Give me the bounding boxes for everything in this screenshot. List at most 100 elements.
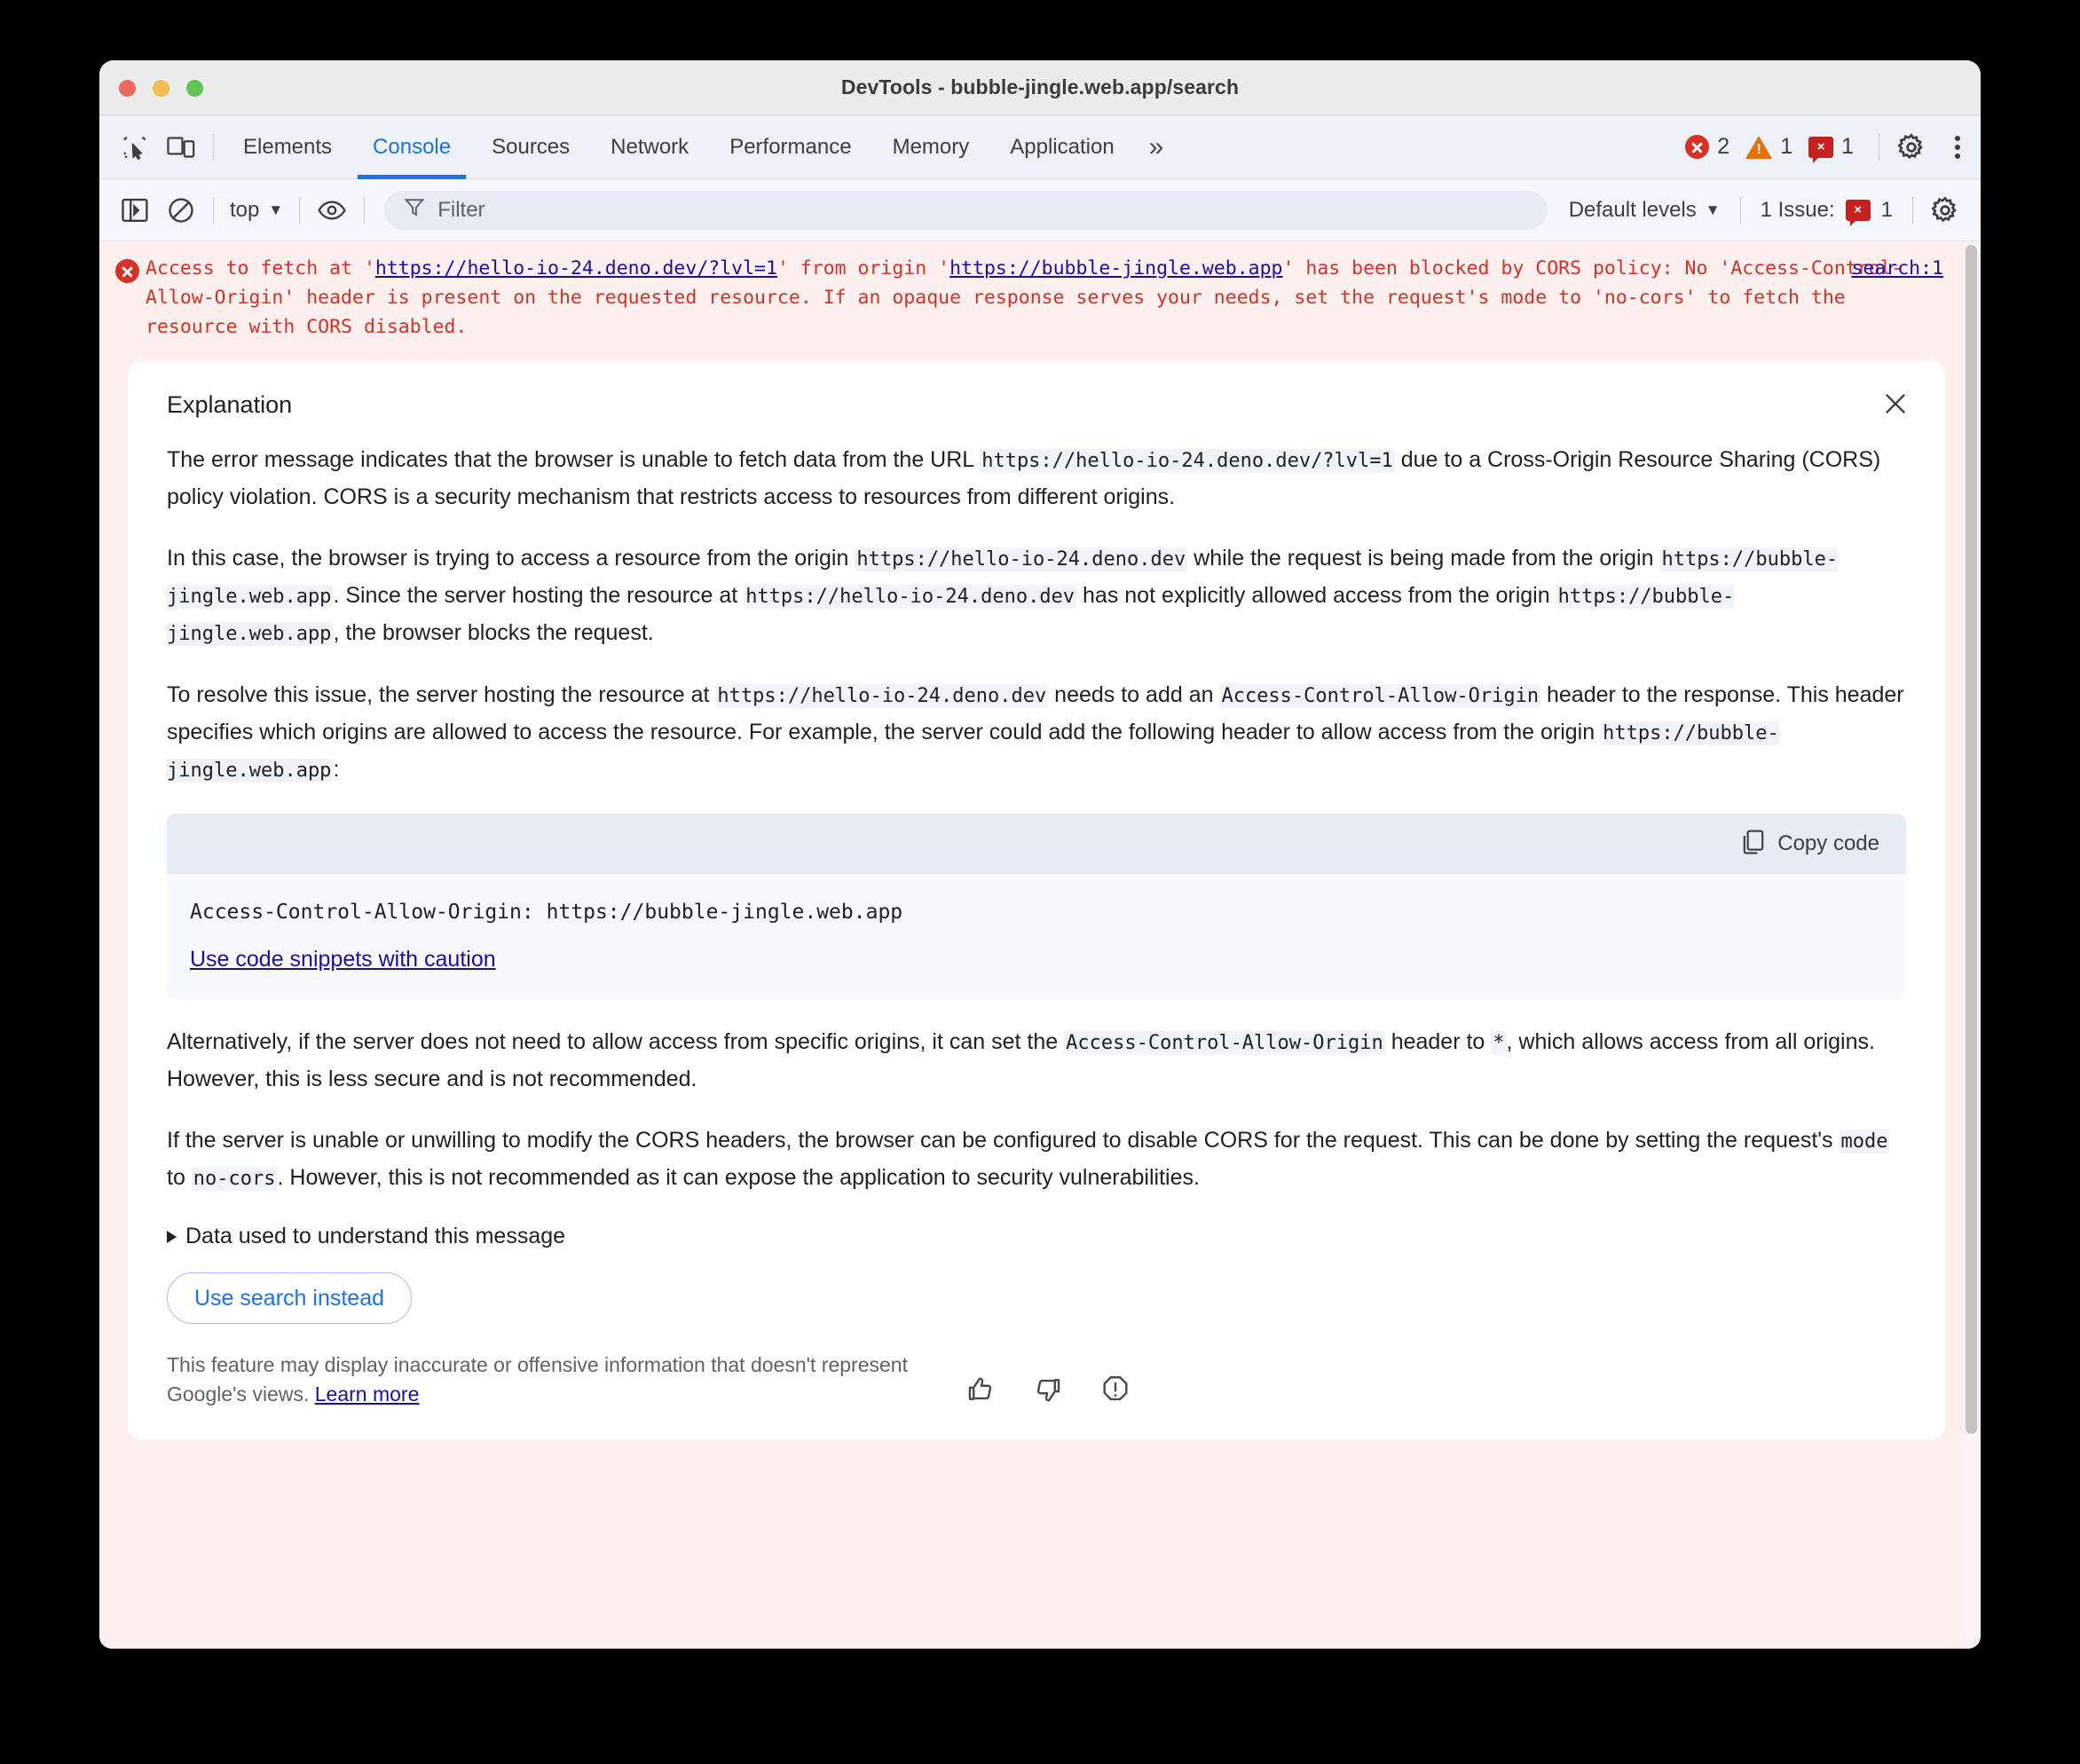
p4-code-2: * [1491, 1031, 1507, 1055]
tab-memory[interactable]: Memory [872, 115, 990, 179]
p2-code-1: https://hello-io-24.deno.dev [855, 547, 1188, 571]
code-snippet-block: Copy code Access-Control-Allow-Origin: h… [167, 814, 1906, 999]
console-error-message[interactable]: Access to fetch at 'https://hello-io-24.… [99, 241, 1965, 350]
console-scrollbar[interactable] [1966, 245, 1977, 1645]
code-snippet-body: Access-Control-Allow-Origin: https://bub… [167, 874, 1906, 999]
learn-more-link[interactable]: Learn more [315, 1382, 420, 1406]
p1-code-1: https://hello-io-24.deno.dev/?lvl=1 [980, 449, 1395, 473]
issues-count: 1 [1841, 134, 1854, 159]
device-toolbar-icon[interactable] [158, 124, 204, 170]
error-url-2[interactable]: https://bubble-jingle.web.app [949, 257, 1282, 280]
disclaimer-text: This feature may display inaccurate or o… [167, 1351, 965, 1409]
tab-network[interactable]: Network [590, 115, 709, 179]
filterbar-divider-1 [213, 196, 214, 224]
copy-code-button[interactable]: Copy code [1777, 831, 1879, 856]
filterbar-divider-2 [299, 196, 301, 224]
filterbar-divider-5 [1912, 196, 1913, 224]
p5-code-2: no-cors [191, 1167, 278, 1191]
minimize-window-button[interactable] [153, 80, 169, 97]
p5-text-1: If the server is unable or unwilling to … [167, 1128, 1840, 1153]
disclaimer-body: This feature may display inaccurate or o… [167, 1353, 908, 1406]
thumb-up-icon[interactable] [965, 1374, 996, 1409]
console-message-area: Access to fetch at 'https://hello-io-24.… [99, 241, 1981, 1649]
explanation-paragraph-5: If the server is unable or unwilling to … [167, 1122, 1906, 1197]
inspect-element-icon[interactable] [112, 124, 158, 170]
maximize-window-button[interactable] [186, 80, 203, 97]
explanation-paragraph-3: To resolve this issue, the server hostin… [167, 677, 1906, 789]
tab-elements[interactable]: Elements [223, 115, 352, 179]
report-icon[interactable] [1100, 1374, 1131, 1409]
p4-code-1: Access-Control-Allow-Origin [1064, 1031, 1385, 1055]
thumb-down-icon[interactable] [1033, 1374, 1063, 1409]
context-label: top [230, 197, 260, 222]
copy-icon[interactable] [1742, 829, 1765, 859]
feedback-controls [965, 1374, 1152, 1409]
data-used-disclosure[interactable]: Data used to understand this message [167, 1224, 1906, 1249]
error-prefix: Access to fetch at ' [146, 257, 375, 280]
more-tabs-icon[interactable]: » [1135, 132, 1178, 162]
traffic-lights [119, 80, 203, 97]
kebab-menu-icon[interactable] [1934, 124, 1981, 170]
explanation-title: Explanation [167, 391, 293, 418]
error-url-1[interactable]: https://hello-io-24.deno.dev/?lvl=1 [375, 257, 777, 280]
filterbar-divider-4 [1739, 196, 1741, 224]
code-caution-link[interactable]: Use code snippets with caution [190, 947, 496, 972]
error-source-link[interactable]: search:1 [1851, 254, 1943, 283]
p2-text-1: In this case, the browser is trying to a… [167, 546, 855, 571]
gear-icon[interactable] [1888, 124, 1934, 170]
p2-text-2: while the request is being made from the… [1187, 546, 1660, 571]
issues-counter[interactable]: × 1 [1808, 134, 1854, 163]
javascript-context-selector[interactable]: top ▼ [223, 198, 290, 223]
tab-application[interactable]: Application [989, 115, 1134, 179]
tab-console[interactable]: Console [352, 115, 471, 179]
error-circle-icon [115, 254, 146, 342]
disclosure-label: Data used to understand this message [185, 1224, 566, 1248]
explanation-paragraph-2: In this case, the browser is trying to a… [167, 540, 1906, 652]
tabbar-divider [213, 133, 214, 161]
levels-label: Default levels [1568, 197, 1697, 222]
p5-code-1: mode [1839, 1130, 1890, 1154]
use-search-instead-button[interactable]: Use search instead [167, 1272, 413, 1324]
log-levels-selector[interactable]: Default levels ▼ [1558, 198, 1731, 223]
chevron-down-icon: ▼ [268, 201, 284, 218]
filter-placeholder: Filter [437, 197, 485, 222]
close-icon[interactable] [1876, 384, 1915, 423]
code-snippet-text: Access-Control-Allow-Origin: https://bub… [190, 901, 903, 924]
window-title: DevTools - bubble-jingle.web.app/search [840, 75, 1240, 98]
p3-text-4: : [333, 757, 340, 782]
chevron-down-icon: ▼ [1705, 201, 1721, 218]
scrollbar-thumb[interactable] [1966, 245, 1977, 1434]
p5-text-2: to [167, 1165, 192, 1190]
explanation-paragraph-1: The error message indicates that the bro… [167, 442, 1906, 516]
issues-label: 1 Issue: [1760, 197, 1835, 222]
warning-counter[interactable]: 1 [1745, 134, 1792, 160]
filter-input[interactable]: Filter [384, 190, 1548, 230]
p2-text-5: , the browser blocks the request. [333, 620, 654, 645]
explanation-paragraph-4: Alternatively, if the server does not ne… [167, 1024, 1906, 1098]
error-count: 2 [1717, 134, 1730, 159]
p5-text-3: . However, this is not recommended as it… [277, 1165, 1200, 1190]
console-scroll-content: Access to fetch at 'https://hello-io-24.… [99, 241, 1965, 1649]
chevron-right-icon [167, 1230, 177, 1243]
error-counter[interactable]: 2 [1685, 134, 1729, 160]
p4-text-2: header to [1384, 1029, 1492, 1054]
title-bar: DevTools - bubble-jingle.web.app/search [99, 60, 1981, 115]
issues-count: 1 [1880, 197, 1893, 222]
devtools-window: DevTools - bubble-jingle.web.app/search … [99, 60, 1981, 1649]
devtools-tab-bar: Elements Console Sources Network Perform… [99, 115, 1981, 179]
console-settings-gear-icon[interactable] [1922, 187, 1968, 233]
tab-performance[interactable]: Performance [709, 115, 871, 179]
p2-text-3: . Since the server hosting the resource … [333, 583, 745, 608]
warning-triangle-icon [1745, 135, 1773, 159]
clear-console-icon[interactable] [158, 187, 204, 233]
tab-sources[interactable]: Sources [471, 115, 590, 179]
explanation-card: Explanation The error message indicates … [128, 361, 1945, 1439]
live-expressions-icon[interactable] [309, 187, 355, 233]
console-filter-bar: top ▼ Filter Default levels ▼ 1 Issue: ×… [99, 179, 1981, 241]
error-message-text: Access to fetch at 'https://hello-io-24.… [146, 254, 1947, 342]
issues-summary[interactable]: 1 Issue: × 1 [1750, 197, 1903, 226]
error-circle-icon [1685, 135, 1710, 159]
close-window-button[interactable] [119, 80, 136, 97]
show-console-sidebar-icon[interactable] [112, 187, 158, 233]
issue-badge-icon: × [1808, 136, 1834, 163]
